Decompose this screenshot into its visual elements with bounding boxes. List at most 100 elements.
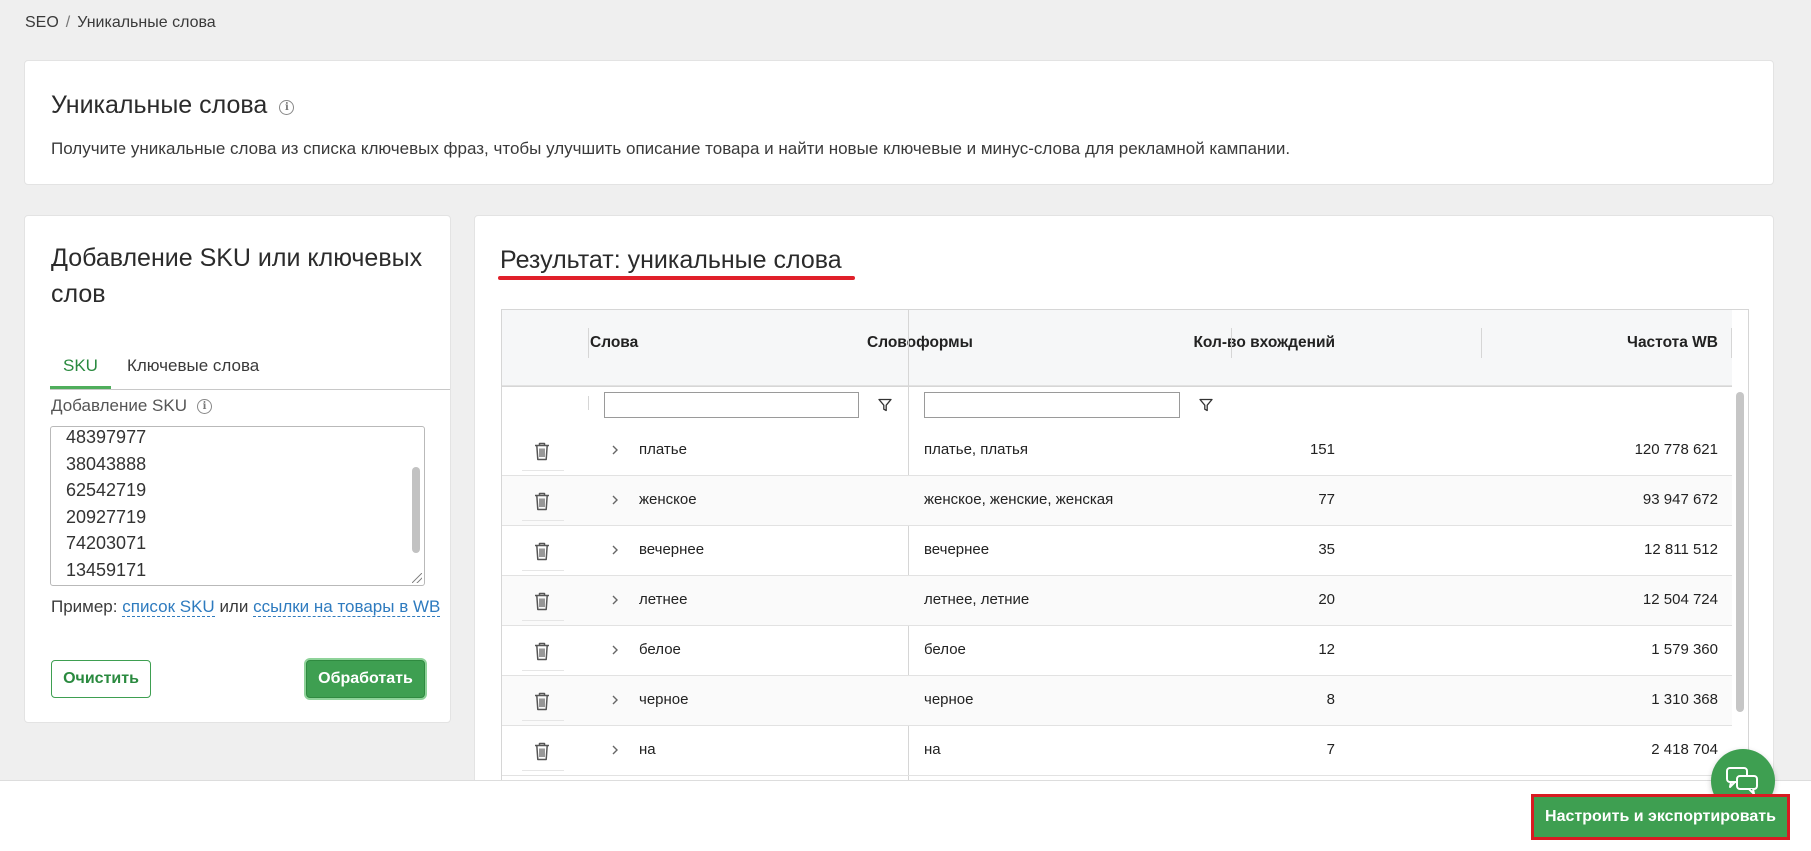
header-separator [588,396,589,410]
table-scrollbar[interactable] [1736,392,1744,712]
header-divider [502,385,1732,386]
page-title-row: Уникальные слова i [51,91,295,120]
column-header-count[interactable]: Кол-во вхождений [1193,334,1335,352]
chevron-right-icon[interactable] [610,543,620,557]
chevron-right-icon[interactable] [610,443,620,457]
chevron-right-icon[interactable] [610,643,620,657]
example-or: или [219,597,249,616]
input-panel: Добавление SKU или ключевых слов SKU Клю… [24,215,451,723]
cell-word: на [639,741,656,758]
cell-frequency: 93 947 672 [1642,491,1718,508]
page-title: Уникальные слова [51,91,268,119]
row-action-divider [522,470,564,471]
cell-count: 20 [1318,591,1335,608]
cell-count: 35 [1318,541,1335,558]
cell-word: белое [639,641,681,658]
breadcrumb: SEO / Уникальные слова [25,14,216,32]
table-row[interactable]: черное черное 8 1 310 368 [502,676,1732,726]
cell-frequency: 12 504 724 [1642,591,1718,608]
sku-line: 74203071 [66,533,147,553]
results-table: Слова Словоформы Кол-во вхождений Частот… [501,309,1749,789]
sku-line: 38043888 [66,453,147,474]
column-header-wordforms[interactable]: Словоформы [867,334,973,352]
sku-line: 48397977 [66,427,147,447]
breadcrumb-current: Уникальные слова [77,14,216,31]
chevron-right-icon[interactable] [610,743,620,757]
example-wb-links-link[interactable]: ссылки на товары в WB [253,597,441,617]
sku-lines: 48397977 38043888 62542719 20927719 74203071… [51,427,424,583]
filter-icon[interactable] [1199,398,1213,412]
trash-icon[interactable] [534,742,550,761]
row-action-divider [522,770,564,771]
chevron-right-icon[interactable] [610,593,620,607]
tab-sku[interactable]: SKU [50,344,111,389]
cell-wordforms: платье, платья [924,441,1028,458]
chevron-right-icon[interactable] [610,693,620,707]
cell-count: 8 [1326,691,1335,708]
column-header-frequency[interactable]: Частота WB [1627,334,1718,352]
trash-icon[interactable] [534,492,550,511]
trash-icon[interactable] [534,692,550,711]
header-separator [1481,328,1482,358]
filter-icon[interactable] [878,398,892,412]
trash-icon[interactable] [534,592,550,611]
column-header-words[interactable]: Слова [590,334,638,352]
cell-count: 7 [1326,741,1335,758]
cell-frequency: 1 310 368 [1651,691,1718,708]
cell-count: 12 [1318,641,1335,658]
table-row[interactable]: вечернее вечернее 35 12 811 512 [502,526,1732,576]
info-icon[interactable]: i [279,100,295,115]
results-title: Результат: уникальные слова [500,246,842,274]
sku-line: 20927719 [66,506,147,527]
trash-icon[interactable] [534,442,550,461]
cell-count: 77 [1318,491,1335,508]
cell-wordforms: летнее, летние [924,591,1030,608]
chat-icon [1726,767,1758,795]
sku-line: 62542719 [66,480,147,500]
trash-icon[interactable] [534,542,550,561]
cell-frequency: 2 418 704 [1651,741,1718,758]
sku-field-label: Добавление SKU [51,396,187,415]
header-separator [1731,328,1732,358]
table-row[interactable]: на на 7 2 418 704 [502,726,1732,776]
breadcrumb-separator: / [65,14,71,31]
words-filter-input[interactable] [604,392,859,418]
cell-word: вечернее [639,541,705,558]
row-action-divider [522,720,564,721]
table-header: Слова Словоформы Кол-во вхождений Частот… [502,310,1732,418]
export-button[interactable]: Настроить и экспортировать [1531,794,1790,840]
cell-frequency: 1 579 360 [1651,641,1718,658]
cell-wordforms: белое [924,641,966,658]
textarea-scrollbar[interactable] [412,467,420,553]
table-row[interactable]: летнее летнее, летние 20 12 504 724 [502,576,1732,626]
wordforms-filter-input[interactable] [924,392,1180,418]
cell-word: платье [639,441,687,458]
sku-textarea[interactable]: 48397977 38043888 62542719 20927719 74203071… [50,426,425,586]
tab-keywords[interactable]: Ключевые слова [127,344,259,389]
table-row[interactable]: женское женское, женские, женская 77 93 947… [502,476,1732,526]
cell-wordforms: черное [924,691,974,708]
process-button[interactable]: Обработать [306,660,425,698]
cell-wordforms: на [924,741,941,758]
results-title-highlight [498,276,855,280]
sku-line: 13459171 [66,559,147,580]
sku-field-label-row: Добавление SKU i [51,396,212,416]
table-row[interactable]: платье платье, платья 151 120 778 621 [502,426,1732,476]
row-action-divider [522,520,564,521]
table-row[interactable]: белое белое 12 1 579 360 [502,626,1732,676]
input-panel-title: Добавление SKU или ключевых слов [51,244,423,308]
breadcrumb-root[interactable]: SEO [25,14,59,31]
clear-button[interactable]: Очистить [51,660,151,698]
example-sku-list-link[interactable]: список SKU [122,597,215,617]
cell-wordforms: женское, женские, женская [924,491,1114,508]
info-icon[interactable]: i [197,398,212,414]
example-hint: Пример: список SKU или ссылки на товары … [51,594,451,619]
cell-word: летнее [639,591,688,608]
cell-word: женское [639,491,697,508]
resize-handle-icon[interactable] [412,573,422,583]
intro-card: Уникальные слова i Получите уникальные с… [24,60,1774,185]
trash-icon[interactable] [534,642,550,661]
row-action-divider [522,620,564,621]
chevron-right-icon[interactable] [610,493,620,507]
results-panel: Результат: уникальные слова Слова Словоф… [474,215,1774,795]
